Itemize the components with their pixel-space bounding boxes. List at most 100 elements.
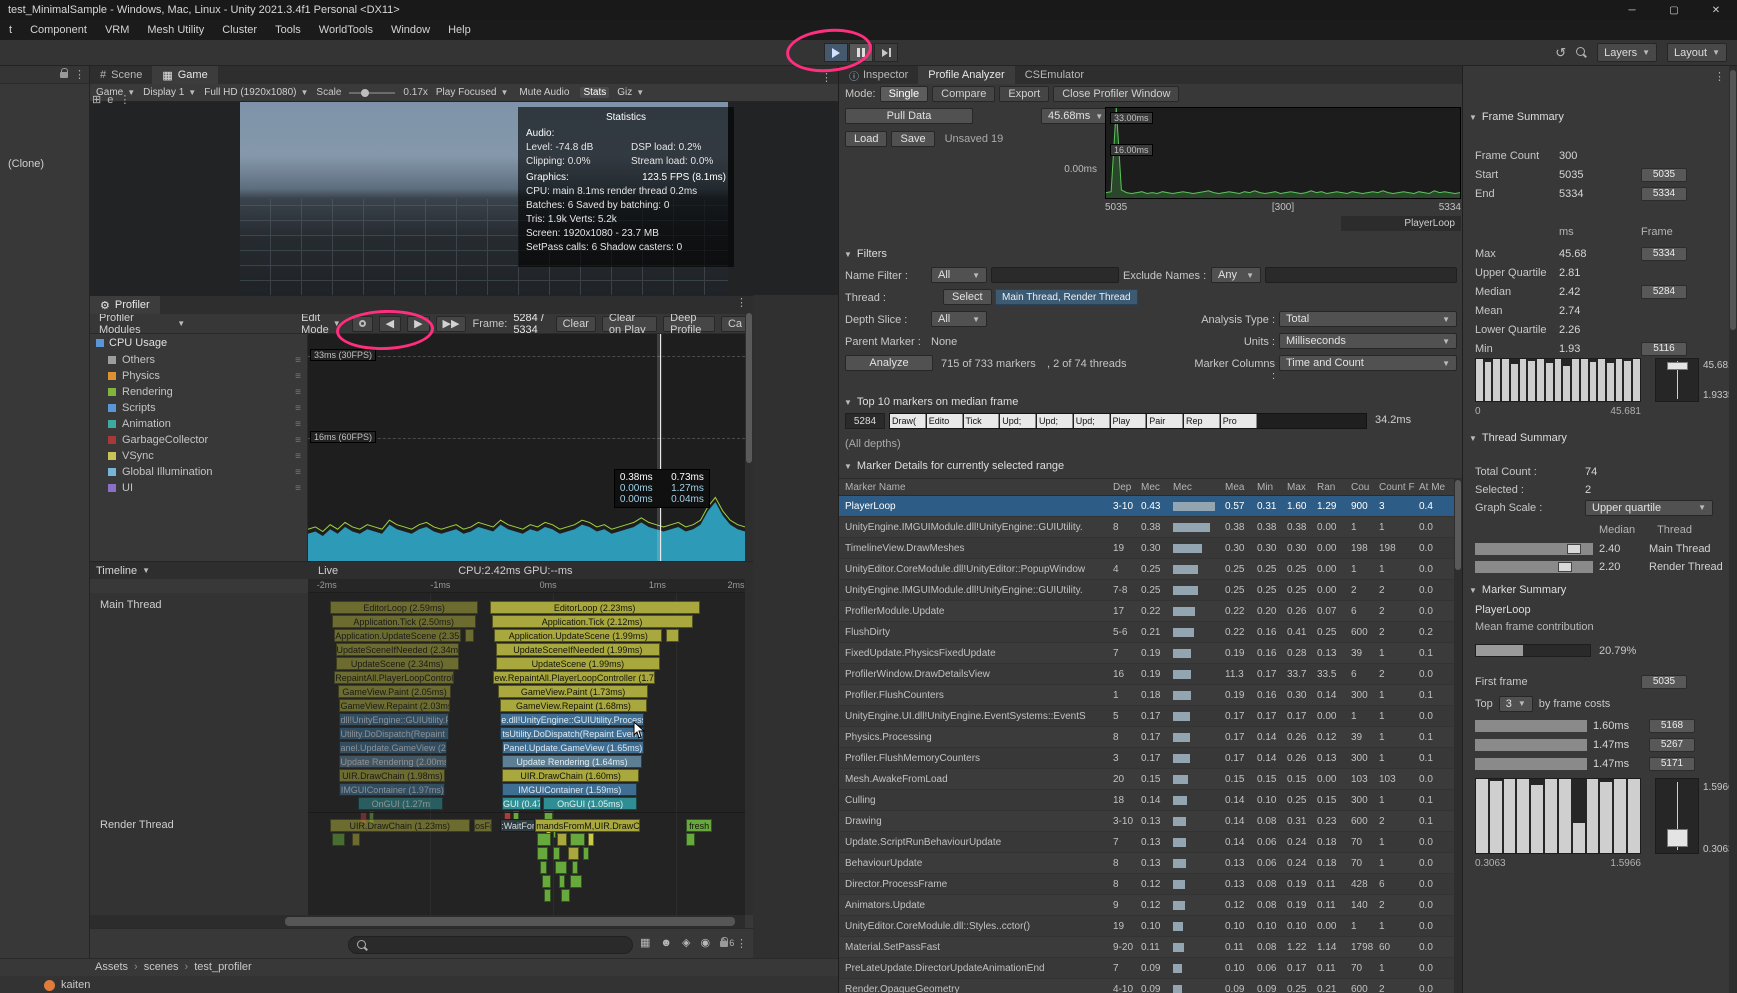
top10-segment[interactable]: Upd; xyxy=(1037,414,1073,428)
analysis-type-dropdown[interactable]: Total ▼ xyxy=(1279,311,1457,327)
timeline-span[interactable] xyxy=(568,847,580,860)
layers-dropdown[interactable]: Layers ▼ xyxy=(1597,43,1658,62)
resolution-dropdown[interactable]: Full HD (1920x1080) ▼ xyxy=(204,87,308,98)
timeline-span[interactable]: mandsFromM,UIR.DrawChain (1.03ms xyxy=(535,819,641,832)
marker-columns-dropdown[interactable]: Time and Count ▼ xyxy=(1279,355,1457,371)
timeline-span[interactable] xyxy=(570,875,582,888)
frame-time-dropdown[interactable]: 45.68ms ▼ xyxy=(1041,108,1111,124)
mute-audio-toggle[interactable]: Mute Audio xyxy=(516,87,572,98)
timeline-span[interactable]: UIR.DrawChain (1.60ms) xyxy=(502,769,640,782)
cpu-module-item[interactable]: VSync ≡ xyxy=(90,448,307,464)
profiler-mode-dropdown[interactable]: Edit Mode ▼ xyxy=(296,314,345,333)
filters-section-header[interactable]: ▼ Filters xyxy=(844,248,887,260)
main-thread-label[interactable]: Main Thread xyxy=(100,599,162,611)
timeline-span[interactable]: Application.Tick (2.12ms) xyxy=(491,615,693,628)
history-icon[interactable]: ↺ xyxy=(1555,45,1566,61)
details-column-header[interactable]: Mec xyxy=(1137,482,1169,493)
scrollbar-thumb[interactable] xyxy=(1455,480,1461,570)
marker-row[interactable]: UnityEditor.CoreModule.dll::Styles..ccto… xyxy=(839,916,1455,937)
timeline-span[interactable]: OnGUI (1.27m xyxy=(358,797,444,810)
timeline-span[interactable] xyxy=(465,629,475,642)
marker-row[interactable]: ProfilerWindow.DrawDetailsView 16 0.19 11.3… xyxy=(839,664,1455,685)
tab-profiler[interactable]: ⚙ Profiler xyxy=(90,296,160,314)
details-column-header[interactable]: Min xyxy=(1253,482,1283,493)
marker-row[interactable]: Animators.Update 9 0.12 0.12 0.08 0.19 0.11 140… xyxy=(839,895,1455,916)
frame-badge[interactable]: 5035 xyxy=(1641,167,1687,182)
marker-row[interactable]: ProfilerModule.Update 17 0.22 0.22 0.20 0.26 0… xyxy=(839,601,1455,622)
hierarchy-item[interactable]: (Clone) xyxy=(8,158,44,170)
mode-button[interactable]: Single xyxy=(879,86,929,102)
marker-row[interactable]: UnityEditor.CoreModule.dll!UnityEditor::… xyxy=(839,559,1455,580)
timeline-span[interactable]: osFro xyxy=(474,819,492,832)
menu-item[interactable]: Help xyxy=(439,20,480,40)
marker-histogram[interactable] xyxy=(1475,778,1641,854)
timeline-span[interactable]: ew.RepaintAll.PlayerLoopController (1.7 xyxy=(493,671,655,684)
timeline-span[interactable] xyxy=(583,847,589,860)
timeline-span[interactable]: GameView.Repaint (1.68ms) xyxy=(500,699,647,712)
marker-row[interactable]: Profiler.FlushCounters 1 0.18 0.19 0.16 0.30 0… xyxy=(839,685,1455,706)
mode-button[interactable]: Export xyxy=(999,86,1050,102)
tab-scene[interactable]: # Scene xyxy=(90,66,153,84)
marker-details-header[interactable]: ▼ Marker Details for currently selected r… xyxy=(844,460,1064,472)
pull-data-button[interactable]: Pull Data xyxy=(845,108,973,124)
drag-handle-icon[interactable]: ≡ xyxy=(295,483,301,494)
timeline-span[interactable] xyxy=(557,833,567,846)
top10-marker-bar[interactable]: Draw(Edito Tick Upd; Upd; Upd; Play Pair Rep Pro xyxy=(889,413,1367,429)
tab-game[interactable]: ▦ Game xyxy=(152,66,218,84)
timeline-span[interactable] xyxy=(332,833,346,846)
cpu-module-item[interactable]: UI ≡ xyxy=(90,480,307,496)
menu-item[interactable]: VRM xyxy=(96,20,138,40)
marker-row[interactable]: Render.OpaqueGeometry 4-10 0.09 0.09 0.09 0.2… xyxy=(839,979,1455,993)
frame-time-chart[interactable]: 33.00ms 16.00ms xyxy=(1105,107,1461,199)
frame-badge[interactable]: 5035 xyxy=(1641,674,1687,689)
top-count-dropdown[interactable]: 3 ▼ xyxy=(1498,695,1533,712)
drag-handle-icon[interactable]: ≡ xyxy=(295,371,301,382)
maximize-button[interactable]: ▢ xyxy=(1653,0,1695,20)
search-icon[interactable] xyxy=(1576,47,1587,58)
name-filter-input[interactable] xyxy=(991,267,1119,283)
marker-row[interactable]: Material.SetPassFast 9-20 0.11 0.11 0.08 1.22… xyxy=(839,937,1455,958)
kebab-menu-icon[interactable]: ⋮ xyxy=(821,71,838,84)
exclude-names-dropdown[interactable]: Any ▼ xyxy=(1211,267,1261,283)
top10-section-header[interactable]: ▼ Top 10 markers on median frame xyxy=(844,396,1018,408)
close-profiler-window-button[interactable]: Close Profiler Window xyxy=(1053,86,1180,102)
details-column-header[interactable]: Dep xyxy=(1109,482,1137,493)
top10-segment[interactable]: Rep xyxy=(1184,414,1220,428)
units-dropdown[interactable]: Milliseconds ▼ xyxy=(1279,333,1457,349)
drag-handle-icon[interactable]: ≡ xyxy=(295,355,301,366)
top10-frame-number[interactable]: 5284 xyxy=(845,413,885,429)
details-column-header[interactable]: Marker Name xyxy=(839,482,1109,493)
timeline-span[interactable]: GUI (0.47n xyxy=(502,797,542,810)
vertical-scrollbar[interactable] xyxy=(745,311,753,915)
scrollbar-thumb[interactable] xyxy=(285,917,735,926)
details-column-header[interactable]: Mea xyxy=(1221,482,1253,493)
frame-histogram[interactable] xyxy=(1475,358,1641,402)
menu-item[interactable]: WorldTools xyxy=(310,20,382,40)
marker-row[interactable]: Update.ScriptRunBehaviourUpdate 7 0.13 0.14… xyxy=(839,832,1455,853)
timeline-span[interactable]: Utility.DoDispatch(Repaint Event) xyxy=(339,727,449,740)
frame-badge[interactable]: 5116 xyxy=(1641,341,1687,356)
record-button[interactable] xyxy=(351,315,373,332)
timeline-span[interactable]: GameView.Repaint (2.03ms) xyxy=(339,699,450,712)
details-column-header[interactable]: Ran xyxy=(1313,482,1347,493)
top10-segment[interactable]: Pair xyxy=(1147,414,1183,428)
timeline-span[interactable] xyxy=(541,875,552,888)
cpu-module-item[interactable]: GarbageCollector ≡ xyxy=(90,432,307,448)
timeline-span[interactable]: EditorLoop (2.23ms) xyxy=(489,601,700,614)
marker-row[interactable]: UnityEngine.IMGUIModule.dll!UnityEngine:… xyxy=(839,517,1455,538)
marker-row[interactable]: FlushDirty 5-6 0.21 0.22 0.16 0.41 0.25 600 2 0.2 xyxy=(839,622,1455,643)
vertical-scrollbar[interactable] xyxy=(1729,66,1737,993)
timeline-span[interactable]: fresh xyxy=(686,819,713,832)
tag-icon[interactable]: ◈ xyxy=(682,936,690,949)
search-input[interactable] xyxy=(373,939,624,951)
marker-row[interactable]: BehaviourUpdate 8 0.13 0.13 0.06 0.24 0.18 70 1 0… xyxy=(839,853,1455,874)
top10-segment[interactable]: Draw( xyxy=(890,414,926,428)
drag-handle-icon[interactable]: ≡ xyxy=(295,467,301,478)
timeline-span[interactable]: tsUtility.DoDispatch(Repaint Event) xyxy=(500,727,645,740)
kebab-menu-icon[interactable]: ⋮ xyxy=(1714,70,1725,83)
deep-profile-button[interactable]: Deep Profile xyxy=(663,314,715,333)
frame-badge[interactable]: 5284 xyxy=(1641,284,1687,299)
breadcrumb-item[interactable]: test_profiler xyxy=(194,961,251,973)
timeline-span[interactable] xyxy=(570,833,586,846)
next-frame-button[interactable]: ▶ xyxy=(407,315,430,332)
